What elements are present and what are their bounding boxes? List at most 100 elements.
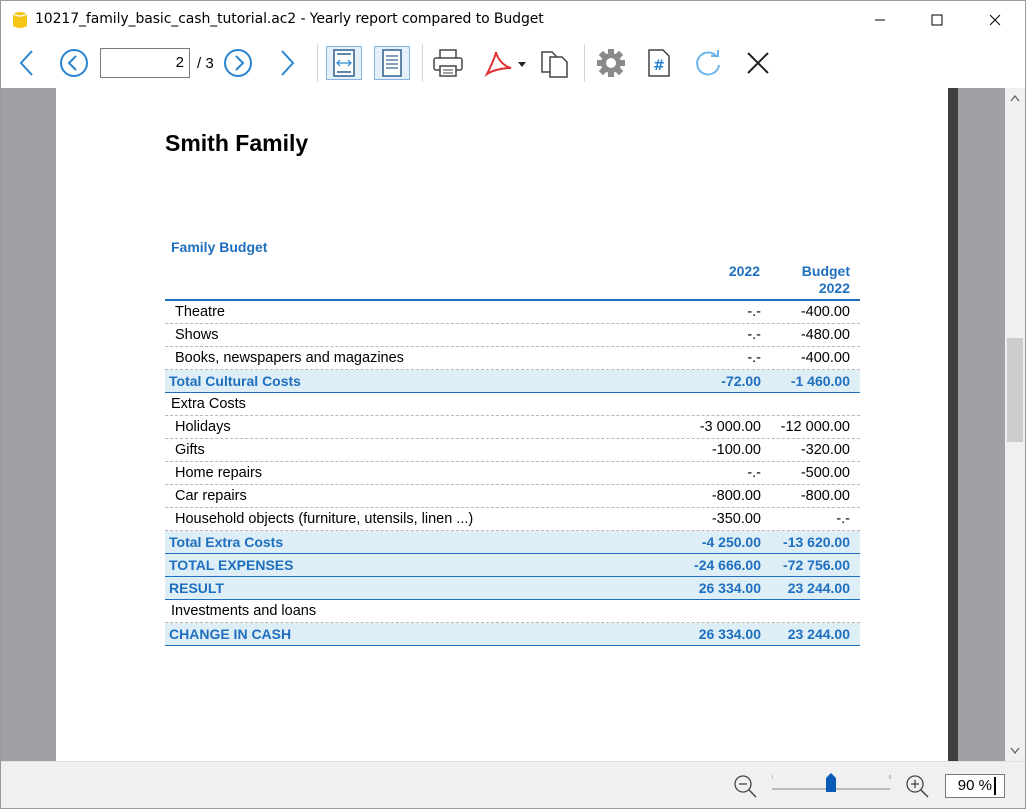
zoom-value: 90	[957, 777, 975, 794]
column-header-budget: Budget	[801, 263, 850, 279]
report-viewer-window: 10217_family_basic_cash_tutorial.ac2 - Y…	[0, 0, 1026, 809]
text-caret	[994, 777, 996, 795]
maximize-button[interactable]	[914, 1, 960, 38]
vertical-scrollbar[interactable]	[1005, 88, 1025, 761]
zoom-out-icon	[734, 775, 757, 798]
zoom-slider[interactable]	[771, 772, 892, 802]
hash-icon: #	[648, 49, 670, 77]
page-total-label: / 3	[197, 55, 214, 72]
pdf-icon	[484, 51, 526, 77]
toolbar-separator	[317, 44, 318, 82]
value-2022: 26 334.00	[698, 626, 761, 642]
next-page-button[interactable]	[220, 46, 256, 80]
value-2022: -4 250.00	[701, 534, 761, 550]
circle-right-icon	[224, 49, 252, 77]
value-2022: -72.00	[721, 373, 761, 389]
value-budget-2022: -500.00	[800, 465, 850, 481]
refresh-icon	[696, 50, 720, 76]
column-header-budget-year: 2022	[818, 280, 850, 296]
row-label: TOTAL EXPENSES	[169, 557, 294, 573]
close-report-button[interactable]	[740, 46, 776, 80]
value-2022: -.-	[747, 465, 761, 481]
minimize-icon	[875, 19, 885, 20]
printer-icon	[433, 49, 463, 77]
table-row: Books, newspapers and magazines -.- -400.0…	[165, 347, 860, 370]
page-number-input[interactable]: 2	[100, 48, 190, 78]
row-label: Total Extra Costs	[169, 534, 284, 550]
zoom-unit: %	[978, 777, 992, 794]
maximize-icon	[931, 14, 943, 25]
refresh-button[interactable]	[690, 46, 726, 80]
fit-width-icon	[333, 49, 355, 77]
total-row: Total Cultural Costs -72.00 -1 460.00	[165, 370, 860, 393]
copy-button[interactable]	[536, 46, 572, 80]
close-window-icon	[989, 14, 1001, 25]
zoom-in-icon	[906, 775, 929, 798]
gear-icon	[597, 49, 625, 77]
scroll-down-button[interactable]	[1005, 741, 1025, 761]
value-2022: -.-	[747, 304, 761, 320]
value-budget-2022: -400.00	[800, 304, 850, 320]
first-page-button[interactable]	[9, 46, 45, 80]
row-label: Books, newspapers and magazines	[175, 350, 404, 366]
toolbar-separator	[584, 44, 585, 82]
row-label: Investments and loans	[171, 603, 317, 619]
value-2022: -3 000.00	[699, 419, 761, 435]
minimize-button[interactable]	[857, 1, 903, 38]
value-budget-2022: 23 244.00	[787, 626, 850, 642]
group-row: Investments and loans	[165, 600, 860, 623]
page-number-button[interactable]: #	[641, 46, 677, 80]
zoom-input[interactable]: 90 %	[945, 774, 1005, 798]
total-row: RESULT 26 334.00 23 244.00	[165, 577, 860, 600]
copy-icon	[541, 51, 568, 78]
row-label: Shows	[175, 327, 219, 343]
row-label: RESULT	[169, 580, 224, 596]
fit-page-button[interactable]	[374, 46, 410, 80]
window-title: 10217_family_basic_cash_tutorial.ac2 - Y…	[35, 11, 544, 27]
close-icon	[747, 52, 769, 74]
close-window-button[interactable]	[972, 1, 1018, 38]
value-budget-2022: 23 244.00	[787, 580, 850, 596]
row-label: Gifts	[175, 442, 205, 458]
print-button[interactable]	[430, 46, 466, 80]
zoom-in-button[interactable]	[904, 773, 930, 799]
total-row: CHANGE IN CASH 26 334.00 23 244.00	[165, 623, 860, 646]
toolbar: 2 / 3 #	[1, 38, 1025, 88]
scroll-up-button[interactable]	[1005, 88, 1025, 108]
row-label: Home repairs	[175, 465, 263, 481]
value-2022: -24 666.00	[694, 557, 761, 573]
table-row: Home repairs -.- -500.00	[165, 462, 860, 485]
section-title: Family Budget	[171, 239, 268, 255]
preview-area[interactable]: Smith Family Family Budget 2022 Budget 2…	[1, 88, 1005, 761]
zoom-slider-thumb[interactable]	[826, 773, 836, 792]
zoom-out-button[interactable]	[732, 773, 758, 799]
last-page-button[interactable]	[269, 46, 305, 80]
value-budget-2022: -72 756.00	[783, 557, 850, 573]
value-2022: -350.00	[711, 511, 761, 527]
row-label: Holidays	[175, 419, 231, 435]
chevron-down-icon	[1010, 747, 1020, 755]
value-budget-2022: -800.00	[800, 488, 850, 504]
app-logo-icon	[12, 12, 28, 28]
group-row: Extra Costs	[165, 393, 860, 416]
fit-page-icon	[382, 49, 402, 77]
export-pdf-button[interactable]	[479, 46, 529, 80]
value-budget-2022: -400.00	[800, 350, 850, 366]
report-page: Smith Family Family Budget 2022 Budget 2…	[56, 88, 948, 761]
value-budget-2022: -1 460.00	[790, 373, 850, 389]
row-label: Car repairs	[175, 488, 247, 504]
svg-text:#: #	[653, 58, 665, 74]
table-row: Car repairs -800.00 -800.00	[165, 485, 860, 508]
column-header-2022: 2022	[728, 263, 760, 279]
settings-button[interactable]	[593, 46, 629, 80]
value-budget-2022: -13 620.00	[783, 534, 850, 550]
value-2022: -800.00	[711, 488, 761, 504]
row-label: Theatre	[175, 304, 225, 320]
fit-width-button[interactable]	[326, 46, 362, 80]
scrollbar-thumb[interactable]	[1007, 338, 1023, 442]
value-budget-2022: -12 000.00	[780, 419, 850, 435]
previous-page-button[interactable]	[56, 46, 92, 80]
value-budget-2022: -320.00	[800, 442, 850, 458]
table-row: Holidays -3 000.00 -12 000.00	[165, 416, 860, 439]
row-label: Household objects (furniture, utensils, …	[175, 511, 474, 527]
